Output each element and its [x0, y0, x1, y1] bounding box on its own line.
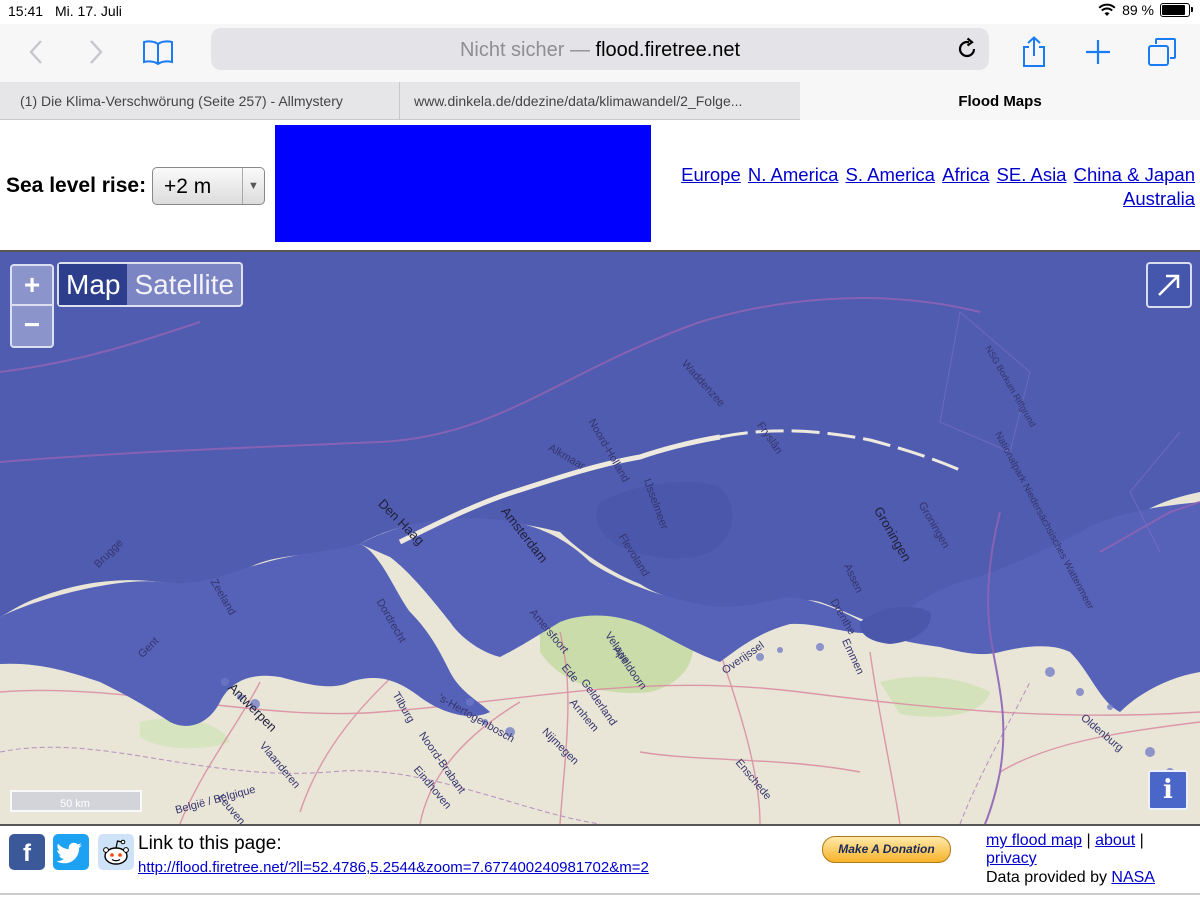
tab-dinkela-label: www.dinkela.de/ddezine/data/klimawandel/… [414, 93, 743, 109]
back-button[interactable] [18, 34, 54, 70]
scale-bar: 50 km [10, 790, 142, 812]
map-type-satellite-button[interactable]: Satellite [127, 264, 241, 305]
reload-button[interactable] [955, 37, 979, 61]
flood-map[interactable]: Waddenzee Noord-Holland Alkmaar Amsterda… [0, 252, 1200, 824]
about-link[interactable]: about [1095, 832, 1135, 849]
status-right: 89 % [1098, 2, 1193, 18]
data-credit: Data provided by NASA [986, 869, 1191, 887]
new-tab-button[interactable] [1080, 34, 1116, 70]
tab-dinkela[interactable]: www.dinkela.de/ddezine/data/klimawandel/… [400, 82, 800, 120]
data-provided-label: Data provided by [986, 869, 1112, 886]
reddit-share-button[interactable] [98, 834, 134, 870]
date: Mi. 17. Juli [55, 3, 122, 19]
region-link-se-asia[interactable]: SE. Asia [997, 164, 1067, 185]
footer-links-row: my flood map | about | privacy [986, 832, 1191, 868]
region-link-s-america[interactable]: S. America [846, 164, 935, 185]
zoom-in-button[interactable]: + [12, 266, 52, 306]
permalink[interactable]: http://flood.firetree.net/?ll=52.4786,5.… [138, 859, 649, 876]
my-flood-map-link[interactable]: my flood map [986, 832, 1082, 849]
share-icon [1023, 36, 1045, 67]
dropdown-arrow-icon: ▼ [242, 168, 264, 204]
battery-icon [1160, 3, 1193, 17]
expand-icon [1158, 274, 1180, 296]
battery-percent: 89 % [1122, 2, 1154, 18]
tabs-overview-button[interactable] [1144, 34, 1180, 70]
separator: | [1086, 832, 1091, 849]
status-bar: 15:41 Mi. 17. Juli 89 % [0, 0, 1200, 24]
separator: | [1139, 832, 1144, 849]
region-link-china-japan[interactable]: China & Japan [1074, 164, 1195, 185]
tab-allmystery[interactable]: (1) Die Klima-Verschwörung (Seite 257) -… [0, 82, 400, 120]
privacy-link[interactable]: privacy [986, 850, 1037, 867]
twitter-bird-icon [56, 842, 82, 864]
plus-icon [1086, 40, 1110, 64]
fullscreen-button[interactable] [1146, 262, 1192, 308]
browser-toolbar: Nicht sicher — flood.firetree.net [0, 24, 1200, 82]
map-info-button[interactable]: i [1148, 770, 1188, 810]
chevron-left-icon [29, 40, 42, 64]
region-link-australia[interactable]: Australia [1123, 188, 1195, 209]
scale-label: 50 km [60, 798, 90, 810]
tabs-icon [1148, 38, 1176, 66]
page-footer: f Link to this page: http://flood.firetr… [0, 824, 1200, 894]
bookmarks-button[interactable] [140, 34, 176, 70]
forward-button[interactable] [78, 34, 114, 70]
map-canvas[interactable] [0, 252, 1200, 824]
zoom-out-button[interactable]: − [12, 306, 52, 346]
facebook-share-button[interactable]: f [9, 834, 45, 870]
footer-links: my flood map | about | privacy Data prov… [986, 832, 1191, 887]
link-to-page-label: Link to this page: [138, 833, 282, 854]
region-link-n-america[interactable]: N. America [748, 164, 838, 185]
url-host: flood.firetree.net [595, 39, 741, 61]
not-secure-label: Nicht sicher — [459, 39, 596, 61]
sea-level-value: +2 m [164, 175, 212, 198]
twitter-share-button[interactable] [53, 834, 89, 870]
reddit-alien-icon [103, 839, 129, 865]
page-header: Sea level rise: +2 m ▼ Europe N. America… [0, 121, 1200, 252]
share-button[interactable] [1016, 34, 1052, 70]
zoom-control: + − [10, 264, 54, 348]
donate-button[interactable]: Make A Donation [822, 836, 951, 863]
url-text: Nicht sicher — flood.firetree.net [211, 39, 989, 62]
map-type-toggle: Map Satellite [57, 262, 244, 307]
chevron-right-icon [90, 40, 103, 64]
sea-level-label: Sea level rise: [6, 174, 147, 197]
tab-bar: (1) Die Klima-Verschwörung (Seite 257) -… [0, 82, 1200, 120]
book-icon [143, 40, 173, 65]
region-link-europe[interactable]: Europe [681, 164, 741, 185]
region-links: Europe N. America S. America Africa SE. … [655, 163, 1195, 211]
ad-banner[interactable] [275, 125, 651, 242]
sea-level-select[interactable]: +2 m ▼ [152, 167, 265, 205]
bottom-divider [0, 893, 1200, 895]
nasa-link[interactable]: NASA [1111, 869, 1155, 886]
reload-icon [958, 37, 976, 58]
clock: 15:41 [8, 3, 44, 19]
region-link-africa[interactable]: Africa [942, 164, 989, 185]
map-type-map-button[interactable]: Map [59, 264, 128, 305]
tab-flood-maps[interactable]: Flood Maps [800, 82, 1200, 120]
address-bar[interactable]: Nicht sicher — flood.firetree.net [211, 28, 989, 70]
wifi-icon [1098, 3, 1116, 16]
